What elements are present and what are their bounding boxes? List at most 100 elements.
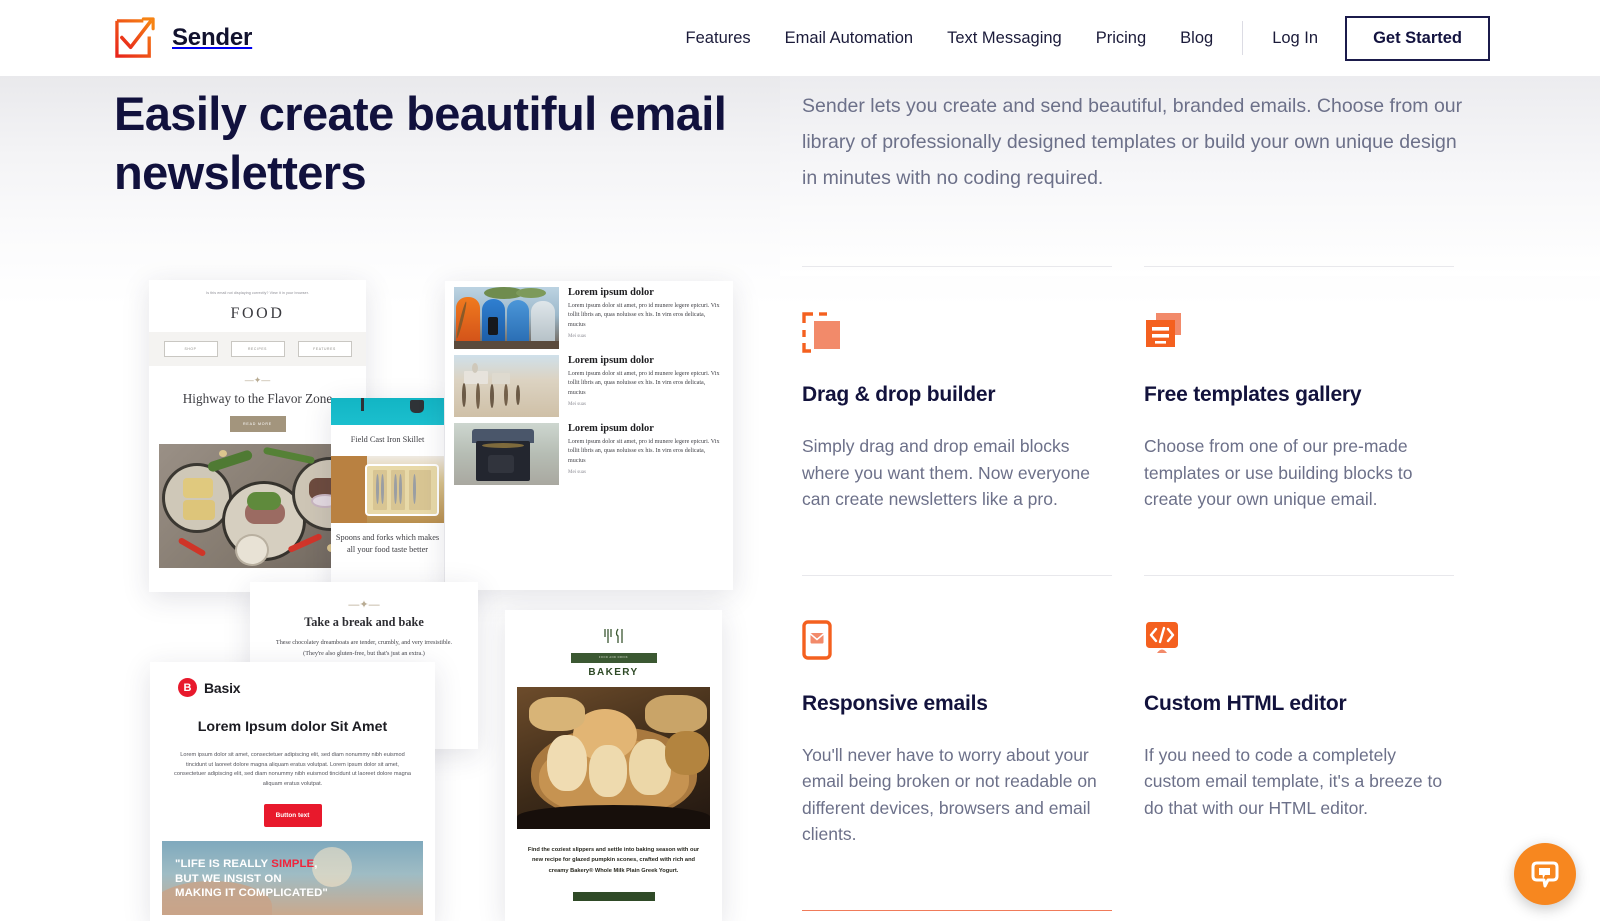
article-body: Lorem ipsum dolor sit amet, pro id muner… (568, 439, 720, 464)
article-image-mailbox-dark (454, 423, 559, 485)
quote-line-1b: , (314, 858, 318, 871)
skillet-caption-1: Field Cast Iron Skillet (350, 435, 425, 444)
article-row: Lorem ipsum dolor Lorem ipsum dolor sit … (445, 349, 733, 417)
feature-card-html-editor: Custom HTML editor If you need to code a… (1144, 574, 1454, 848)
basix-button[interactable]: Button text (263, 804, 322, 828)
feature-title: Custom HTML editor (1144, 691, 1347, 715)
feature-divider (802, 574, 1112, 576)
feature-divider-orange (802, 909, 1112, 911)
bakery-name: BAKERY (588, 667, 639, 678)
food-logo: FOOD (230, 305, 285, 322)
nav-item-blog[interactable]: Blog (1163, 29, 1230, 48)
article-caption: Mei suas (568, 469, 586, 475)
responsive-envelope-icon (802, 619, 1112, 664)
email-templates-collage: Is this email not displaying correctly? … (120, 272, 770, 921)
site-header: Sender Features Email Automation Text Me… (0, 0, 1600, 76)
article-heading: Lorem ipsum dolor (568, 355, 654, 366)
basix-quote-image: "LIFE IS REALLY SIMPLE, BUT WE INSIST ON… (162, 841, 423, 916)
basix-heading: Lorem Ipsum dolor Sit Amet (197, 719, 388, 735)
quote-highlight: SIMPLE (271, 858, 315, 871)
article-caption: Mei suas (568, 333, 586, 339)
article-caption: Mei suas (568, 401, 586, 407)
quote-line-1: "LIFE IS REALLY (175, 858, 272, 871)
template-card-bakery[interactable]: FOOD AND DRINK BAKERY Find the coziest s… (505, 610, 722, 921)
get-started-button[interactable]: Get Started (1345, 15, 1490, 61)
hero-description: Sender lets you create and send beautifu… (802, 95, 1463, 189)
skillet-caption-2: Spoons and forks which makes all your fo… (335, 533, 440, 554)
feature-body: If you need to code a completely custom … (1144, 744, 1443, 818)
skillet-photo-drawer (331, 456, 444, 523)
basix-quote-text: "LIFE IS REALLY SIMPLE, BUT WE INSIST ON… (175, 857, 328, 901)
feature-body: You'll never have to worry about your em… (802, 744, 1097, 845)
features-row-1: Drag & drop builder Simply drag and drop… (802, 266, 1474, 513)
features-grid: Drag & drop builder Simply drag and drop… (802, 266, 1474, 921)
food-nav-recipes[interactable]: RECIPES (230, 341, 285, 357)
code-editor-icon (1144, 620, 1454, 664)
feature-card-drag-drop: Drag & drop builder Simply drag and drop… (802, 266, 1112, 513)
logo-text: Sender (172, 24, 253, 51)
basix-body: Lorem ipsum dolor sit amet, consectetuer… (174, 752, 411, 787)
food-nav-shop[interactable]: SHOP (163, 341, 218, 357)
features-row-3-dividers (802, 909, 1474, 921)
feature-divider (1144, 574, 1454, 576)
feature-body: Simply drag and drop email blocks where … (802, 436, 1090, 509)
nav-item-text-messaging[interactable]: Text Messaging (930, 29, 1079, 48)
drag-drop-icon (802, 311, 1112, 355)
nav-item-pricing[interactable]: Pricing (1079, 29, 1163, 48)
quote-line-3: MAKING IT COMPLICATED" (175, 887, 328, 900)
template-card-basix[interactable]: B Basix Lorem Ipsum dolor Sit Amet Lorem… (150, 662, 435, 921)
feature-divider (1144, 266, 1454, 267)
basix-header: B Basix (150, 662, 435, 697)
bakery-body: Find the coziest slippers and settle int… (527, 847, 700, 874)
feature-card-responsive: Responsive emails You'll never have to w… (802, 574, 1112, 848)
feature-title: Free templates gallery (1144, 383, 1362, 406)
bakery-band-text: FOOD AND DRINK (598, 656, 629, 659)
food-photo (159, 444, 356, 568)
bakery-button[interactable] (572, 892, 655, 902)
article-text: Lorem ipsum dolor Lorem ipsum dolor sit … (568, 355, 724, 417)
nav-item-features[interactable]: Features (669, 29, 768, 48)
article-heading: Lorem ipsum dolor (568, 287, 654, 298)
skillet-photo-top (331, 398, 444, 425)
feature-divider-col-right (1144, 910, 1454, 921)
food-nav-features[interactable]: FEATURES (297, 341, 352, 357)
templates-gallery-icon (1144, 311, 1454, 355)
features-spacer (802, 513, 1474, 575)
quote-line-2: BUT WE INSIST ON (175, 872, 282, 885)
feature-title: Drag & drop builder (802, 383, 996, 406)
food-read-more-button[interactable]: READ MORE (229, 416, 286, 432)
article-image-beach (454, 355, 559, 417)
food-preheader: Is this email not displaying correctly? … (206, 291, 309, 295)
features-spacer (802, 848, 1474, 910)
feature-divider (802, 266, 1112, 267)
page-root: Sender Features Email Automation Text Me… (0, 0, 1600, 921)
feature-title: Responsive emails (802, 691, 988, 715)
article-text: Lorem ipsum dolor Lorem ipsum dolor sit … (568, 423, 724, 485)
basix-brand-name: Basix (204, 679, 241, 696)
food-nav: SHOP RECIPES FEATURES (149, 332, 366, 366)
bakery-utensils-icon (505, 610, 722, 653)
article-row: Lorem ipsum dolor Lorem ipsum dolor sit … (445, 417, 733, 485)
nav-divider (1242, 21, 1244, 55)
checkmark-arrow-logo-icon (115, 17, 155, 58)
chat-bubble-icon (1531, 861, 1559, 887)
bake-heading: Take a break and bake (304, 615, 424, 629)
feature-divider-col-left (802, 909, 1112, 921)
template-card-articles[interactable]: Lorem ipsum dolor Lorem ipsum dolor sit … (445, 281, 733, 590)
article-image-mailboxes (454, 287, 559, 349)
article-row: Lorem ipsum dolor Lorem ipsum dolor sit … (445, 281, 733, 349)
features-row-2: Responsive emails You'll never have to w… (802, 574, 1474, 848)
main-navigation: Features Email Automation Text Messaging… (669, 0, 1490, 76)
chat-widget-button[interactable] (1514, 843, 1576, 905)
nav-item-email-automation[interactable]: Email Automation (768, 29, 930, 48)
bakery-photo (517, 687, 710, 829)
article-body: Lorem ipsum dolor sit amet, pro id muner… (568, 371, 720, 396)
logo-link[interactable]: Sender (114, 16, 252, 60)
login-link[interactable]: Log In (1255, 29, 1335, 48)
article-body: Lorem ipsum dolor sit amet, pro id muner… (568, 303, 720, 328)
basix-logo-badge: B (178, 678, 197, 697)
feature-card-templates: Free templates gallery Choose from one o… (1144, 266, 1454, 513)
food-ornament: —✦— (244, 375, 271, 385)
bake-body: These chocolatey dreamboats are tender, … (275, 639, 453, 657)
article-heading: Lorem ipsum dolor (568, 423, 654, 434)
